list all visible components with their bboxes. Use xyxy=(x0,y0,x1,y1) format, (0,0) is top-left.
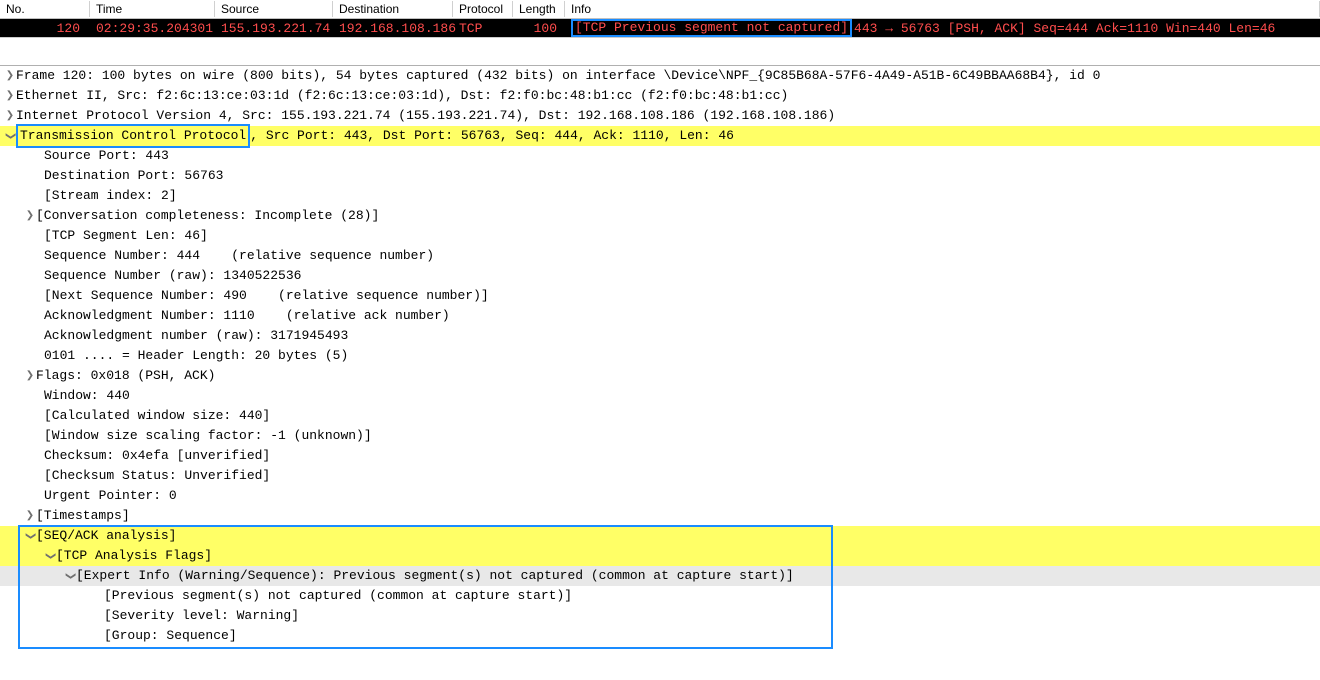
expert-text: [Expert Info (Warning/Sequence): Previou… xyxy=(76,566,794,586)
tree-group[interactable]: [Group: Sequence] xyxy=(0,626,1320,646)
pane-gap xyxy=(0,38,1320,66)
col-header-source[interactable]: Source xyxy=(215,1,333,17)
hdrlen-text: 0101 .... = Header Length: 20 bytes (5) xyxy=(44,346,348,366)
tree-prev-seg[interactable]: [Previous segment(s) not captured (commo… xyxy=(0,586,1320,606)
winscale-text: [Window size scaling factor: -1 (unknown… xyxy=(44,426,372,446)
chkstatus-text: [Checksum Status: Unverified] xyxy=(44,466,270,486)
packet-list-header: No. Time Source Destination Protocol Len… xyxy=(0,0,1320,19)
tcpflags-text: [TCP Analysis Flags] xyxy=(56,546,212,566)
stream-text: [Stream index: 2] xyxy=(44,186,177,206)
cell-destination: 192.168.108.186 xyxy=(333,21,453,36)
tree-flags[interactable]: ❯ Flags: 0x018 (PSH, ACK) xyxy=(0,366,1320,386)
collapse-icon[interactable]: ❯ xyxy=(0,130,20,142)
packet-list: No. Time Source Destination Protocol Len… xyxy=(0,0,1320,38)
dst-port-text: Destination Port: 56763 xyxy=(44,166,223,186)
urgent-text: Urgent Pointer: 0 xyxy=(44,486,177,506)
seq-raw-text: Sequence Number (raw): 1340522536 xyxy=(44,266,301,286)
flags-text: Flags: 0x018 (PSH, ACK) xyxy=(36,366,215,386)
ack-raw-text: Acknowledgment number (raw): 3171945493 xyxy=(44,326,348,346)
tree-stream[interactable]: [Stream index: 2] xyxy=(0,186,1320,206)
collapse-icon[interactable]: ❯ xyxy=(40,550,60,562)
ack-text: Acknowledgment Number: 1110 (relative ac… xyxy=(44,306,450,326)
cell-info: [TCP Previous segment not captured] 443 … xyxy=(565,19,1320,37)
conv-text: [Conversation completeness: Incomplete (… xyxy=(36,206,379,226)
packet-details-pane[interactable]: ❯ Frame 120: 100 bytes on wire (800 bits… xyxy=(0,66,1320,646)
src-port-text: Source Port: 443 xyxy=(44,146,169,166)
cell-source: 155.193.221.74 xyxy=(215,21,333,36)
cell-no: 120 xyxy=(0,21,90,36)
window-text: Window: 440 xyxy=(44,386,130,406)
tree-chkstatus[interactable]: [Checksum Status: Unverified] xyxy=(0,466,1320,486)
expand-icon[interactable]: ❯ xyxy=(4,106,16,126)
tree-hdrlen[interactable]: 0101 .... = Header Length: 20 bytes (5) xyxy=(0,346,1320,366)
tree-seqack[interactable]: ❯ [SEQ/ACK analysis] xyxy=(0,526,1320,546)
col-header-time[interactable]: Time xyxy=(90,1,215,17)
checksum-text: Checksum: 0x4efa [unverified] xyxy=(44,446,270,466)
info-rest: 443 → 56763 [PSH, ACK] Seq=444 Ack=1110 … xyxy=(852,21,1275,36)
tcp-label-highlight: Transmission Control Protocol xyxy=(16,124,250,148)
tree-frame-text: Frame 120: 100 bytes on wire (800 bits),… xyxy=(16,66,1100,86)
tree-tcpflags[interactable]: ❯ [TCP Analysis Flags] xyxy=(0,546,1320,566)
col-header-destination[interactable]: Destination xyxy=(333,1,453,17)
collapse-icon[interactable]: ❯ xyxy=(20,530,40,542)
next-seq-text: [Next Sequence Number: 490 (relative seq… xyxy=(44,286,489,306)
tree-tcp[interactable]: ❯ Transmission Control Protocol, Src Por… xyxy=(0,126,1320,146)
cell-protocol: TCP xyxy=(453,21,513,36)
cell-length: 100 xyxy=(513,21,565,36)
packet-row[interactable]: 120 02:29:35.204301 155.193.221.74 192.1… xyxy=(0,19,1320,37)
seglen-text: [TCP Segment Len: 46] xyxy=(44,226,208,246)
tree-ip-text: Internet Protocol Version 4, Src: 155.19… xyxy=(16,106,835,126)
tree-calcwin[interactable]: [Calculated window size: 440] xyxy=(0,406,1320,426)
col-header-length[interactable]: Length xyxy=(513,1,565,17)
tree-timestamps[interactable]: ❯ [Timestamps] xyxy=(0,506,1320,526)
col-header-no[interactable]: No. xyxy=(0,1,90,17)
cell-time: 02:29:35.204301 xyxy=(90,21,215,36)
info-warning-bracket: [TCP Previous segment not captured] xyxy=(571,19,852,37)
tree-seq[interactable]: Sequence Number: 444 (relative sequence … xyxy=(0,246,1320,266)
expand-icon[interactable]: ❯ xyxy=(24,506,36,526)
tcp-rest: , Src Port: 443, Dst Port: 56763, Seq: 4… xyxy=(250,126,734,146)
tree-next-seq[interactable]: [Next Sequence Number: 490 (relative seq… xyxy=(0,286,1320,306)
tree-expert-info[interactable]: ❯ [Expert Info (Warning/Sequence): Previ… xyxy=(0,566,1320,586)
expand-icon[interactable]: ❯ xyxy=(24,206,36,226)
col-header-info[interactable]: Info xyxy=(565,1,1320,17)
tree-urgent[interactable]: Urgent Pointer: 0 xyxy=(0,486,1320,506)
tree-ack-raw[interactable]: Acknowledgment number (raw): 3171945493 xyxy=(0,326,1320,346)
tree-checksum[interactable]: Checksum: 0x4efa [unverified] xyxy=(0,446,1320,466)
prev-seg-text: [Previous segment(s) not captured (commo… xyxy=(104,586,572,606)
timestamps-text: [Timestamps] xyxy=(36,506,130,526)
tree-conv-completeness[interactable]: ❯ [Conversation completeness: Incomplete… xyxy=(0,206,1320,226)
tree-frame[interactable]: ❯ Frame 120: 100 bytes on wire (800 bits… xyxy=(0,66,1320,86)
group-text: [Group: Sequence] xyxy=(104,626,237,646)
col-header-protocol[interactable]: Protocol xyxy=(453,1,513,17)
tree-severity[interactable]: [Severity level: Warning] xyxy=(0,606,1320,626)
tree-window[interactable]: Window: 440 xyxy=(0,386,1320,406)
tree-seq-raw[interactable]: Sequence Number (raw): 1340522536 xyxy=(0,266,1320,286)
seqack-text: [SEQ/ACK analysis] xyxy=(36,526,176,546)
collapse-icon[interactable]: ❯ xyxy=(60,570,80,582)
tree-ethernet[interactable]: ❯ Ethernet II, Src: f2:6c:13:ce:03:1d (f… xyxy=(0,86,1320,106)
tree-eth-text: Ethernet II, Src: f2:6c:13:ce:03:1d (f2:… xyxy=(16,86,788,106)
tree-ip[interactable]: ❯ Internet Protocol Version 4, Src: 155.… xyxy=(0,106,1320,126)
expand-icon[interactable]: ❯ xyxy=(4,86,16,106)
expand-icon[interactable]: ❯ xyxy=(4,66,16,86)
tree-seglen[interactable]: [TCP Segment Len: 46] xyxy=(0,226,1320,246)
severity-text: [Severity level: Warning] xyxy=(104,606,299,626)
tree-src-port[interactable]: Source Port: 443 xyxy=(0,146,1320,166)
tree-ack[interactable]: Acknowledgment Number: 1110 (relative ac… xyxy=(0,306,1320,326)
expand-icon[interactable]: ❯ xyxy=(24,366,36,386)
seq-text: Sequence Number: 444 (relative sequence … xyxy=(44,246,434,266)
calcwin-text: [Calculated window size: 440] xyxy=(44,406,270,426)
tree-winscale[interactable]: [Window size scaling factor: -1 (unknown… xyxy=(0,426,1320,446)
tree-dst-port[interactable]: Destination Port: 56763 xyxy=(0,166,1320,186)
